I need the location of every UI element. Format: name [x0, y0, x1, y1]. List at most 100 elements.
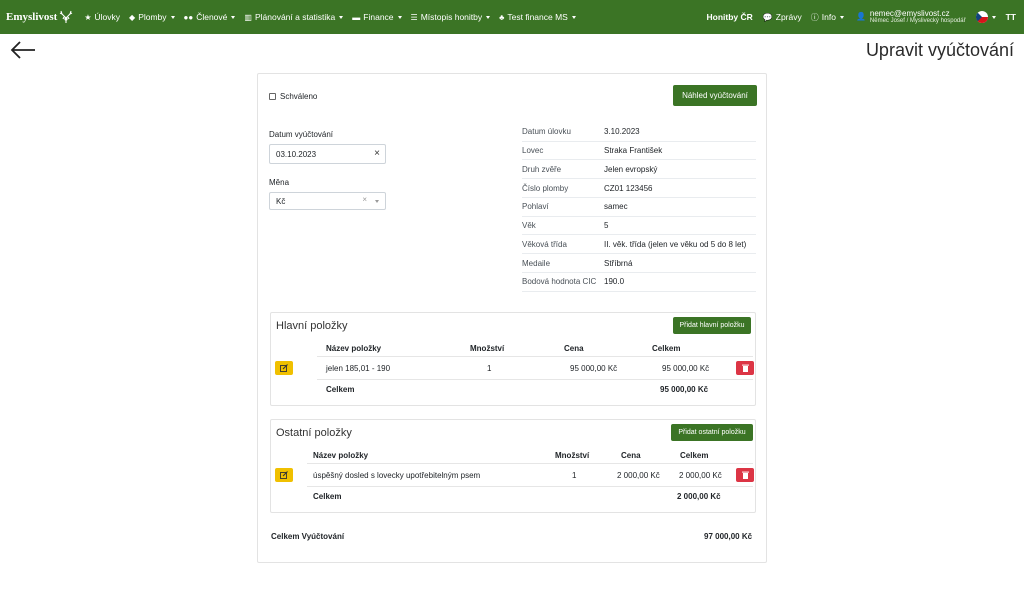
detail-value: II. věk. třída (jelen ve věku od 5 do 8 … [604, 239, 747, 249]
nav-planovani-label: Plánování a statistika [254, 12, 336, 22]
trash-icon [741, 364, 749, 372]
detail-label: Druh zvěře [522, 164, 562, 174]
detail-value: samec [604, 202, 628, 212]
detail-value: CZ01 123456 [604, 183, 653, 193]
navbar-right: Honitby ČR 💬 Zprávy ⓘ Info 👤 nemec@emysl… [707, 0, 1024, 34]
clear-date-icon[interactable]: × [374, 148, 380, 159]
divider [317, 356, 753, 357]
detail-row: Věk 5 [522, 217, 756, 236]
caret-down-icon [571, 15, 576, 19]
star-icon: ★ [84, 12, 92, 22]
chat-icon: 💬 [762, 12, 773, 22]
date-label: Datum vyúčtování [269, 130, 334, 139]
tag-icon: ◆ [129, 12, 136, 22]
detail-label: Věková třída [522, 239, 567, 249]
caret-down-icon [339, 15, 344, 19]
info-icon: ⓘ [810, 12, 819, 22]
col-qty-header: Množství [555, 451, 590, 460]
chart-icon: ▥ [244, 12, 252, 22]
other-item-name: úspěšný dosled s lovecky upotřebitelným … [313, 471, 481, 480]
col-price-header: Cena [564, 344, 584, 353]
text-size-icon: TT [1005, 12, 1016, 22]
money-icon: ▬ [352, 12, 361, 22]
user-email: nemec@emyslivost.cz [869, 8, 950, 18]
nav-test-finance[interactable]: ♣ Test finance MS [499, 12, 576, 22]
detail-value: 3.10.2023 [604, 127, 640, 137]
text-size-toggle[interactable]: TT [1006, 12, 1016, 22]
nav-honitby[interactable]: Honitby ČR [707, 12, 753, 22]
brand-name: Emyslivost [6, 11, 58, 23]
nav-ulovky-label: Úlovky [94, 12, 121, 22]
edit-button[interactable] [275, 361, 293, 375]
nav-zpravy[interactable]: 💬 Zprávy [763, 12, 802, 22]
col-total-header: Celkem [680, 451, 709, 460]
nav-planovani[interactable]: ▥ Plánování a statistika [244, 12, 344, 22]
divider [307, 486, 753, 487]
detail-value: 190.0 [604, 277, 625, 287]
preview-button[interactable]: Náhled vyúčtování [673, 85, 757, 106]
detail-label: Medaile [522, 258, 551, 268]
main-items-section: Hlavní položky Přidat hlavní položku Náz… [270, 312, 756, 406]
user-icon: 👤 [855, 12, 866, 22]
approved-label: Schváleno [280, 92, 318, 101]
signpost-icon: ☰ [410, 12, 418, 22]
main-item-total: 95 000,00 Kč [662, 364, 710, 373]
nav-ulovky[interactable]: ★ Úlovky [84, 12, 120, 22]
czech-flag-icon [975, 11, 988, 23]
detail-row: Číslo plomby CZ01 123456 [522, 179, 756, 198]
add-other-item-button[interactable]: Přidat ostatní položku [671, 424, 753, 441]
caret-down-icon [839, 15, 844, 19]
date-input[interactable]: 03.10.2023 × [269, 144, 386, 164]
caret-down-icon [397, 15, 402, 19]
detail-row: Věková třída II. věk. třída (jelen ve věk… [522, 236, 756, 255]
divider [307, 463, 753, 464]
edit-icon [279, 363, 288, 372]
nav-clenove[interactable]: ●● Členové [184, 12, 236, 22]
back-arrow-icon[interactable] [10, 40, 36, 60]
main-items-title: Hlavní položky [276, 320, 348, 332]
nav-plomby-label: Plomby [138, 12, 167, 22]
nav-info[interactable]: ⓘ Info [811, 12, 844, 23]
nav-finance-label: Finance [363, 12, 394, 22]
approved-checkbox[interactable] [269, 93, 276, 100]
add-main-item-button[interactable]: Přidat hlavní položku [673, 317, 751, 334]
other-items-title: Ostatní položky [276, 427, 352, 439]
nav-finance[interactable]: ▬ Finance [352, 12, 402, 22]
approved-row: Schváleno [269, 92, 317, 101]
detail-value: Jelen evropský [604, 164, 658, 174]
main-item-name: jelen 185,01 - 190 [326, 364, 391, 373]
nav-clenove-label: Členové [196, 12, 228, 22]
other-item-price: 2 000,00 Kč [617, 471, 660, 480]
edit-button[interactable] [275, 468, 293, 482]
clear-currency-icon[interactable]: × [362, 195, 367, 204]
main-sum-label: Celkem [326, 385, 355, 394]
other-items-section: Ostatní položky Přidat ostatní položku N… [270, 419, 756, 513]
detail-label: Číslo plomby [522, 183, 569, 193]
users-icon: ●● [183, 12, 194, 22]
nav-mistopis[interactable]: ☰ Místopis honitby [411, 12, 491, 22]
currency-select[interactable]: Kč × [269, 192, 386, 210]
delete-button[interactable] [736, 361, 754, 375]
main-item-qty: 1 [487, 364, 492, 373]
tree-icon: ♣ [499, 12, 505, 22]
other-item-qty: 1 [572, 471, 577, 480]
language-switcher[interactable] [975, 11, 996, 23]
detail-row: Pohlaví samec [522, 198, 756, 217]
other-sum-value: 2 000,00 Kč [677, 492, 721, 501]
delete-button[interactable] [736, 468, 754, 482]
detail-row: Lovec Straka František [522, 142, 756, 161]
brand-logo[interactable]: Emyslivost [6, 9, 74, 25]
detail-value: Straka František [604, 146, 663, 156]
col-name-header: Název položky [313, 451, 369, 460]
detail-row: Bodová hodnota CIC 190.0 [522, 273, 756, 292]
edit-icon [279, 470, 288, 479]
top-navbar: Emyslivost ★ Úlovky ◆ Plomby ●● Členové … [0, 0, 1024, 34]
date-value: 03.10.2023 [276, 149, 317, 159]
col-name-header: Název položky [326, 344, 382, 353]
user-menu[interactable]: 👤 nemec@emyslivost.cz Němec Josef / Mysl… [856, 9, 966, 25]
detail-label: Pohlaví [522, 202, 549, 212]
nav-plomby[interactable]: ◆ Plomby [129, 12, 175, 22]
other-item-total: 2 000,00 Kč [679, 471, 722, 480]
detail-label: Bodová hodnota CIC [522, 277, 597, 287]
user-role: Němec Josef / Myslivecký hospodář [869, 18, 966, 25]
